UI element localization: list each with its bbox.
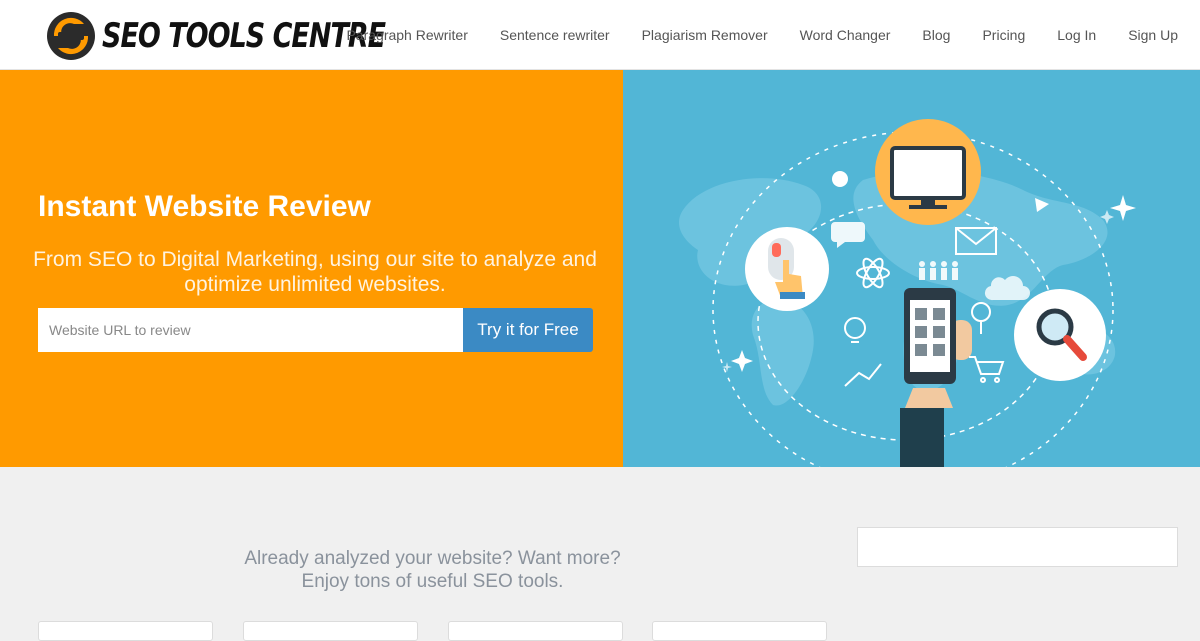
magnifier-small-icon	[971, 302, 991, 334]
nav-paragraph-rewriter[interactable]: Paragraph Rewriter	[346, 27, 467, 43]
promo-line-1: Already analyzed your website? Want more…	[244, 548, 621, 569]
nav-sign-up[interactable]: Sign Up	[1128, 27, 1178, 43]
promo-line-2: Enjoy tons of useful SEO tools.	[301, 571, 564, 592]
cart-icon	[969, 356, 1005, 383]
website-url-input[interactable]	[38, 308, 463, 352]
nav-word-changer[interactable]: Word Changer	[800, 27, 891, 43]
main-nav: Paragraph Rewriter Sentence rewriter Pla…	[314, 0, 1178, 70]
tool-card[interactable]	[38, 621, 213, 641]
nav-log-in[interactable]: Log In	[1057, 27, 1096, 43]
sparkle-icon	[731, 350, 753, 372]
logo-s-icon	[44, 10, 98, 62]
atom-icon	[856, 257, 890, 289]
tool-card[interactable]	[652, 621, 827, 641]
sparkle-icon	[1110, 195, 1136, 221]
hero-title: Instant Website Review	[38, 190, 371, 223]
monitor-icon	[875, 119, 981, 225]
site-header: SEO TOOLS CENTRE Paragraph Rewriter Sent…	[0, 0, 1200, 70]
promo-text: Already analyzed your website? Want more…	[180, 547, 685, 593]
magnifier-icon	[1014, 289, 1106, 381]
mouse-click-icon	[745, 227, 829, 311]
tool-card[interactable]	[243, 621, 418, 641]
nav-sentence-rewriter[interactable]: Sentence rewriter	[500, 27, 610, 43]
nav-pricing[interactable]: Pricing	[982, 27, 1025, 43]
chart-icon	[844, 363, 882, 387]
sidebar-box	[857, 527, 1178, 567]
try-it-free-button[interactable]: Try it for Free	[463, 308, 593, 352]
nav-plagiarism-remover[interactable]: Plagiarism Remover	[642, 27, 768, 43]
smartphone-icon	[900, 288, 972, 467]
hero-panel: Instant Website Review From SEO to Digit…	[0, 70, 623, 467]
hero-subtitle: From SEO to Digital Marketing, using our…	[33, 248, 597, 296]
chat-icon	[831, 222, 865, 248]
tool-card[interactable]	[448, 621, 623, 641]
lightbulb-icon	[844, 317, 866, 343]
nav-blog[interactable]: Blog	[922, 27, 950, 43]
hero-illustration	[623, 70, 1200, 467]
